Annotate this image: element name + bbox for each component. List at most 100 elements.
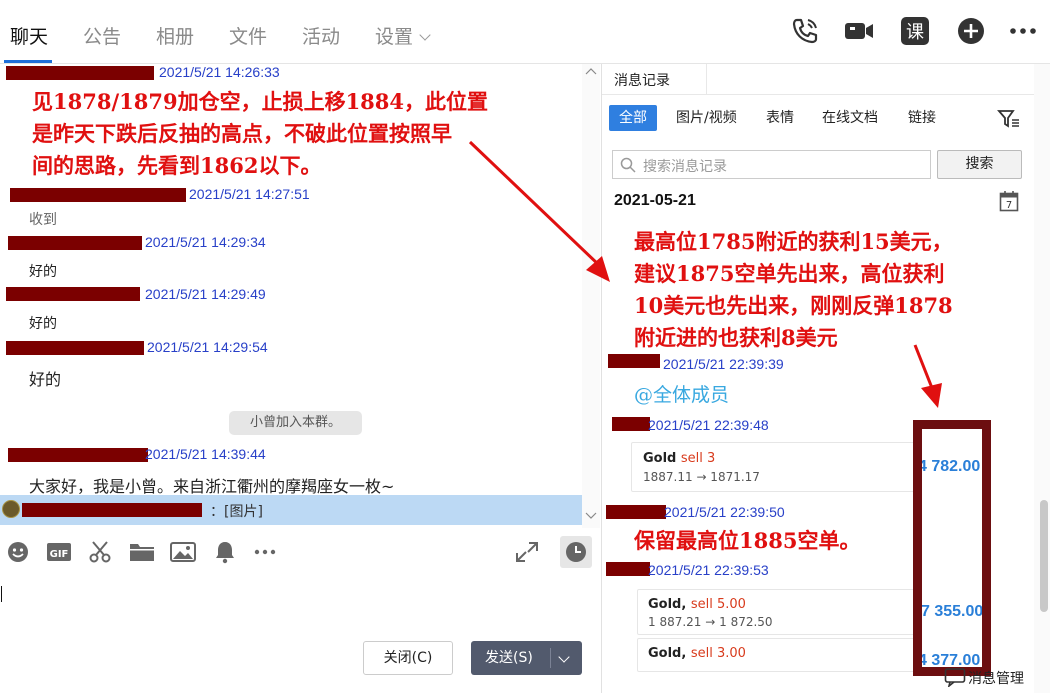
message-timestamp: 2021/5/21 14:26:33: [159, 64, 280, 80]
chevron-down-icon: [419, 29, 431, 41]
trade-symbol: Gold, sell 3.00: [648, 646, 746, 661]
message-timestamp: 2021/5/21 22:39:53: [648, 562, 769, 578]
trade-prices: 1 887.21 → 1 872.50: [648, 615, 773, 629]
tab-announcement[interactable]: 公告: [83, 22, 121, 49]
redacted-sender-name: [606, 562, 650, 576]
search-placeholder: 搜索消息记录: [643, 159, 727, 175]
avatar: [2, 500, 20, 518]
redacted-sender-name: [10, 188, 186, 202]
class-icon[interactable]: 课: [898, 14, 932, 48]
highlight-frame: [913, 420, 991, 676]
send-button-label: 发送(S): [485, 650, 533, 666]
plus-circle-icon[interactable]: [954, 14, 988, 48]
annotation-line: 是昨天下跌后反抽的高点，不破此位置按照早: [32, 121, 452, 146]
scissors-icon[interactable]: [88, 540, 114, 564]
text-cursor: [1, 586, 2, 602]
history-clock-icon[interactable]: [560, 536, 592, 568]
message-management-link[interactable]: 消息管理: [968, 668, 1024, 688]
trade-symbol: Gold sell 3: [643, 451, 715, 466]
filter-online-docs[interactable]: 在线文档: [812, 105, 888, 131]
expand-icon[interactable]: [514, 540, 540, 564]
tab-settings-label: 设置: [375, 26, 414, 48]
composer-toolbar: GIF: [0, 534, 600, 570]
calendar-icon[interactable]: 7: [999, 190, 1019, 212]
active-tab-indicator: [4, 60, 52, 63]
send-button-divider: [550, 648, 551, 668]
tab-files[interactable]: 文件: [229, 22, 267, 49]
tab-divider: [706, 64, 707, 94]
tab-chat[interactable]: 聊天: [10, 22, 48, 49]
system-join-notice: 小曾加入本群。: [229, 411, 362, 435]
annotation-text: 见1878/1879加仓空，止损上移1884，此位置 是昨天下跌后反抽的高点，不…: [32, 86, 488, 182]
message-timestamp: 2021/5/21 14:27:51: [189, 186, 310, 202]
trade-side: sell 5.00: [690, 597, 746, 612]
redacted-sender-name: [6, 341, 144, 355]
tab-album[interactable]: 相册: [156, 22, 194, 49]
trade-prices: 1887.11 → 1871.17: [643, 470, 760, 484]
message-timestamp: 2021/5/21 14:39:44: [145, 446, 266, 462]
message-timestamp: 2021/5/21 14:29:34: [145, 234, 266, 250]
gif-icon[interactable]: GIF: [46, 540, 72, 564]
message-text: 大家好，我是小曾。来自浙江衢州的摩羯座女一枚~: [29, 477, 395, 496]
message-history-panel: 消息记录 全部 图片/视频 表情 在线文档 链接 搜索消息记录 搜索 2021-…: [601, 64, 1050, 693]
trade-symbol: Gold, sell 5.00: [648, 597, 746, 612]
image-icon[interactable]: [170, 540, 196, 564]
annotation-line: 建议1875空单先出来，高位获利: [634, 261, 945, 286]
filter-all[interactable]: 全部: [609, 105, 657, 131]
redacted-sender-name: [6, 287, 140, 301]
more-icon[interactable]: [1006, 14, 1040, 48]
qq-group-chat-window: 聊天 公告 相册 文件 活动 设置 课 2021/5/21 14:26:33 2…: [0, 0, 1050, 693]
trade-symbol-text: Gold: [643, 451, 677, 466]
class-icon-label: 课: [906, 22, 924, 43]
chat-scrollbar[interactable]: [582, 64, 600, 528]
scrollbar-thumb[interactable]: [1040, 500, 1048, 612]
gif-icon-label: GIF: [50, 549, 69, 560]
trade-card[interactable]: Gold, sell 5.00 1 887.21 → 1 872.50: [637, 589, 921, 635]
send-button[interactable]: 发送(S): [471, 641, 582, 675]
bell-icon[interactable]: [213, 540, 239, 564]
preview-text: ：[图片]: [210, 504, 263, 520]
annotation-line: 附近进的也获利8美元: [634, 325, 838, 350]
emoji-icon[interactable]: [6, 540, 32, 564]
trade-card[interactable]: Gold sell 3 1887.11 → 1871.17: [631, 442, 921, 492]
folder-icon[interactable]: [129, 540, 155, 564]
chevron-down-icon[interactable]: [558, 651, 570, 663]
top-tab-bar: 聊天 公告 相册 文件 活动 设置 课: [0, 0, 1050, 64]
message-timestamp: 2021/5/21 22:39:39: [663, 356, 784, 372]
message-list[interactable]: 2021/5/21 14:26:33 2021/5/21 14:27:51 收到…: [0, 64, 582, 528]
redacted-sender-name: [6, 66, 154, 80]
filter-icon[interactable]: [997, 108, 1021, 130]
trade-symbol-text: Gold,: [648, 597, 687, 612]
video-call-icon[interactable]: [842, 14, 876, 48]
annotation-text: 最高位1785附近的获利15美元， 建议1875空单先出来，高位获利 10美元也…: [634, 226, 953, 354]
filter-stickers[interactable]: 表情: [756, 105, 804, 131]
search-button[interactable]: 搜索: [937, 150, 1022, 179]
trade-side: sell 3: [680, 451, 716, 466]
tab-divider: [602, 94, 1050, 95]
annotation-text: 保留最高位1885空单。: [634, 528, 861, 553]
tab-settings[interactable]: 设置: [375, 22, 431, 49]
redacted-sender-name: [606, 505, 666, 519]
message-text: 好的: [29, 264, 57, 280]
history-date: 2021-05-21: [614, 192, 696, 209]
tab-message-history[interactable]: 消息记录: [614, 70, 670, 90]
more-icon[interactable]: [252, 540, 278, 564]
filter-images-videos[interactable]: 图片/视频: [666, 105, 747, 131]
redacted-sender-name: [608, 354, 660, 368]
filter-links[interactable]: 链接: [898, 105, 946, 131]
history-search-input[interactable]: 搜索消息记录: [612, 150, 931, 179]
close-button[interactable]: 关闭(C): [363, 641, 453, 675]
message-timestamp: 2021/5/21 14:29:49: [145, 286, 266, 302]
mention-all-members[interactable]: @全体成员: [634, 380, 729, 407]
annotation-line: 最高位1785附近的获利15美元，: [634, 229, 953, 254]
message-manage-icon: [944, 668, 966, 687]
annotation-line: 间的思路，先看到1862以下。: [32, 153, 322, 178]
tab-activity[interactable]: 活动: [302, 22, 340, 49]
trade-card[interactable]: Gold, sell 3.00: [637, 638, 921, 672]
new-message-preview-bar[interactable]: ：[图片]: [0, 495, 582, 525]
scroll-arrows-icon: [585, 68, 597, 519]
phone-icon[interactable]: [788, 14, 822, 48]
chat-panel: 2021/5/21 14:26:33 2021/5/21 14:27:51 收到…: [0, 64, 600, 693]
trade-symbol-text: Gold,: [648, 646, 687, 661]
redacted-sender-name: [612, 417, 650, 431]
